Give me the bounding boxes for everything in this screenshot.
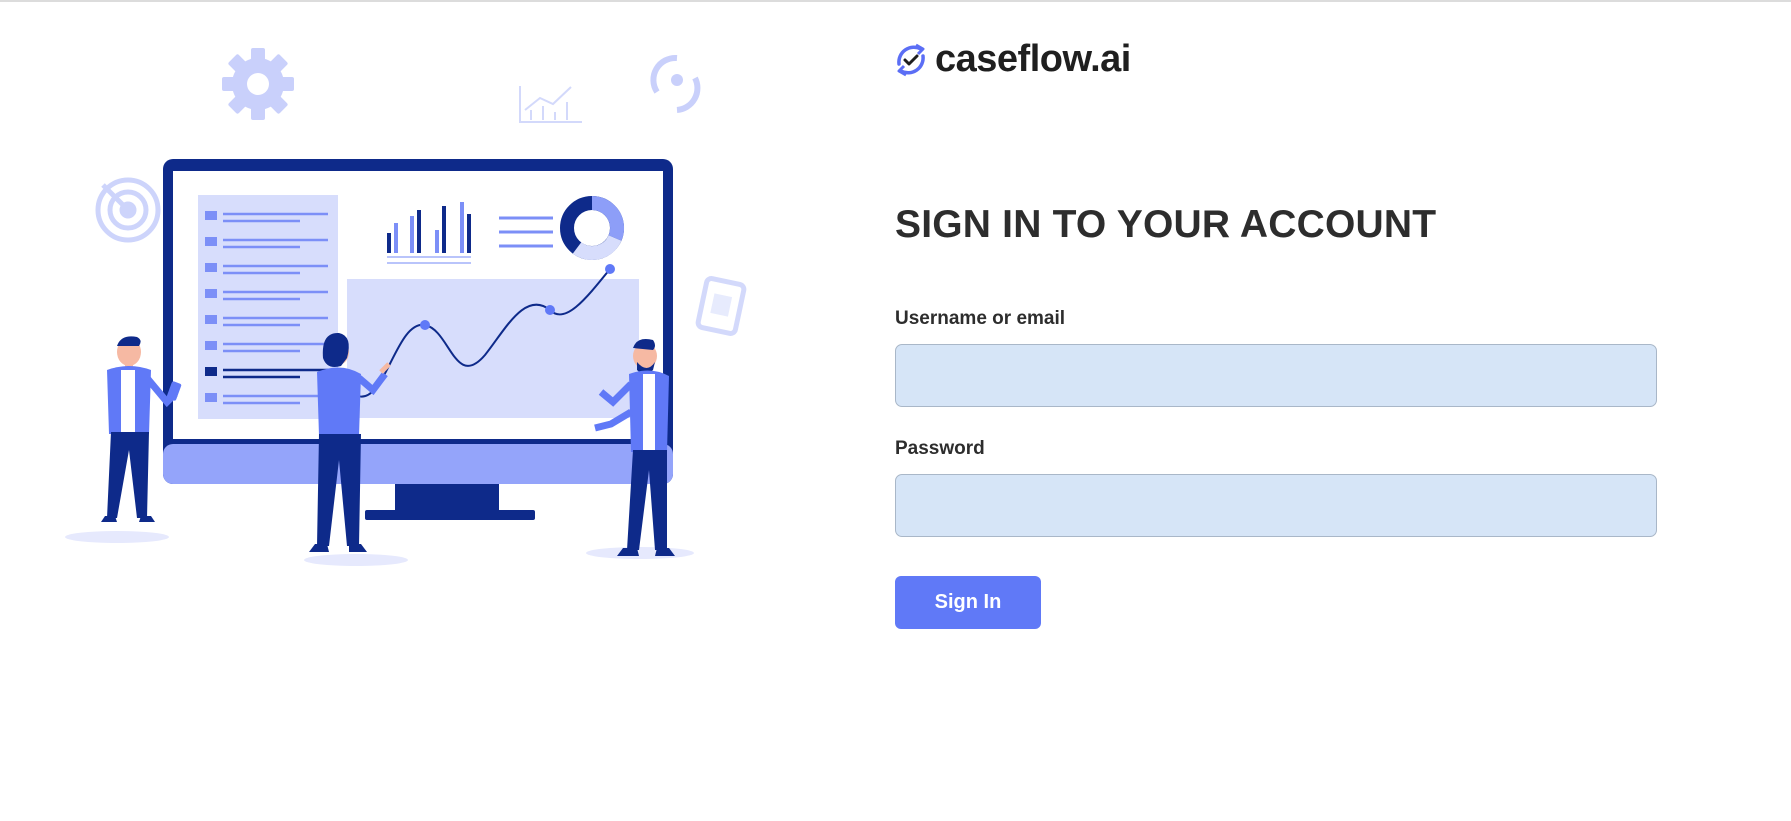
card-icon [695, 276, 747, 336]
sync-icon [650, 54, 701, 113]
ground-shadows [65, 531, 694, 566]
dashboard-illustration [65, 48, 747, 566]
username-input[interactable] [895, 344, 1657, 407]
brand: caseflow.ai [893, 38, 1131, 81]
sign-in-button[interactable]: Sign In [895, 576, 1041, 629]
list-panel [198, 195, 338, 419]
password-label: Password [895, 438, 985, 459]
page-title: SIGN IN TO YOUR ACCOUNT [895, 203, 1437, 246]
gear-icon [222, 48, 294, 120]
password-input[interactable] [895, 474, 1657, 537]
username-label: Username or email [895, 308, 1066, 329]
line-chart-widget [347, 264, 639, 418]
target-icon [95, 177, 161, 243]
mini-chart-icon [519, 86, 582, 123]
brand-name: caseflow.ai [935, 38, 1131, 80]
refresh-check-icon [897, 43, 925, 76]
top-border [0, 0, 1791, 2]
